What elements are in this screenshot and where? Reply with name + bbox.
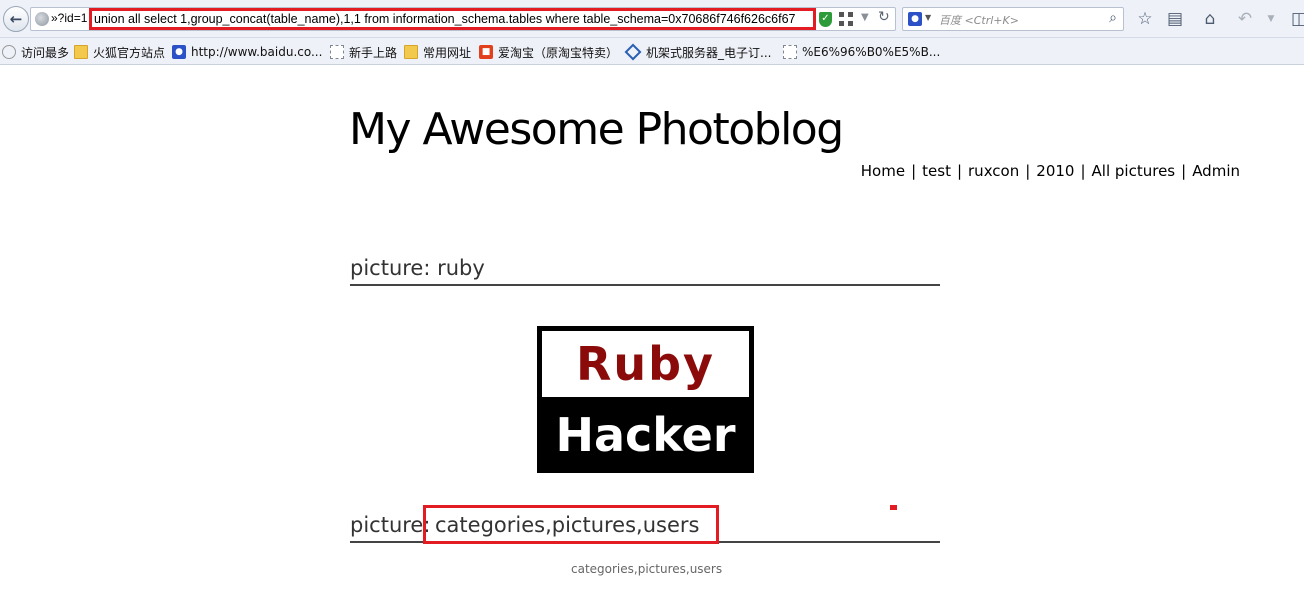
bookmark-taobao[interactable]: ■ 爱淘宝（原淘宝特卖） [479,44,618,60]
nav-test[interactable]: test [922,162,951,180]
picture-label: picture [350,513,424,537]
nav-home[interactable]: Home [861,162,905,180]
gear-icon [2,45,16,59]
bookmark-firefox-site[interactable]: 火狐官方站点 [74,44,165,60]
chevron-down-icon[interactable]: ▼ [925,13,931,22]
nav-separator: | [1181,162,1187,180]
shield-icon[interactable]: ✓ [819,12,832,27]
nav-separator: | [911,162,917,180]
chevron-down-icon[interactable]: ▼ [861,12,869,23]
page-title: My Awesome Photoblog [349,104,844,155]
folder-icon [404,45,418,59]
bookmark-label: 火狐官方站点 [93,45,166,60]
nav-separator: | [1080,162,1086,180]
bookmark-label: %E6%96%B0%E5%B... [802,45,941,59]
ruby-hacker-image: Ruby Hacker [537,326,754,473]
bookmark-label: 机架式服务器_电子订... [646,45,772,60]
bookmark-label: 访问最多 [21,45,70,60]
nav-2010[interactable]: 2010 [1036,162,1074,180]
bookmark-servers[interactable]: 机架式服务器_电子订... [624,43,772,61]
url-injection-highlight[interactable]: union all select 1,group_concat(table_na… [89,8,816,30]
reading-list-icon[interactable]: ▤ [1164,8,1186,30]
search-bar[interactable]: ● ▼ 百度 <Ctrl+K> ⌕ [902,7,1124,31]
bookmark-getting-started[interactable]: 新手上路 [330,44,397,60]
taobao-icon: ■ [479,45,493,59]
reload-icon[interactable]: ↻ [878,9,890,25]
bookmark-most-visited[interactable]: 访问最多 [2,44,69,60]
url-bar[interactable]: »?id=1 union all select 1,group_concat(t… [30,7,896,31]
blank-page-icon [330,45,344,59]
qr-icon[interactable] [839,12,853,26]
bookmark-label: http://www.baidu.co... [191,45,323,59]
site-nav: Home | test | ruxcon | 2010 | All pictures | Admin [861,162,1240,180]
nav-separator: | [1025,162,1031,180]
undo-icon[interactable]: ↶ [1234,8,1256,30]
folder-icon [74,45,88,59]
injection-result-highlight: categories,pictures,users [423,505,719,544]
search-icon[interactable]: ⌕ [1109,10,1117,26]
image-text-top: Ruby [542,331,749,397]
chevron-down-icon[interactable]: ▼ [1260,8,1282,30]
search-input[interactable]: 百度 <Ctrl+K> [939,12,1019,28]
url-prefix-text: »?id=1 [51,11,88,25]
picture-caption: categories,pictures,users [571,562,723,576]
site-icon [35,12,49,26]
bookmark-baidu[interactable]: ● http://www.baidu.co... [172,44,322,60]
nav-admin[interactable]: Admin [1192,162,1240,180]
image-text-bottom: Hacker [555,408,736,462]
nav-all-pictures[interactable]: All pictures [1092,162,1176,180]
bookmark-label: 新手上路 [349,45,398,60]
annotation-dot [890,505,897,510]
bookmark-common-sites[interactable]: 常用网址 [404,44,471,60]
browser-toolbar: ← »?id=1 union all select 1,group_concat… [0,0,1304,38]
picture-heading: picture: ruby [350,256,940,286]
nav-ruxcon[interactable]: ruxcon [968,162,1019,180]
bookmark-encoded[interactable]: %E6%96%B0%E5%B... [783,44,940,60]
back-icon[interactable]: ← [3,6,29,32]
bookmarks-bar: 访问最多 火狐官方站点 ● http://www.baidu.co... 新手上… [0,38,1304,65]
bookmark-label: 常用网址 [423,45,472,60]
nav-separator: | [956,162,963,180]
paw-icon[interactable]: ● [908,12,922,26]
overflow-icon[interactable]: ◫ [1288,8,1304,30]
blank-page-icon [783,45,797,59]
paw-icon: ● [172,45,186,59]
bookmark-label: 爱淘宝（原淘宝特卖） [498,45,619,60]
star-icon[interactable]: ☆ [1134,8,1156,30]
home-icon[interactable]: ⌂ [1199,8,1221,30]
diamond-icon [624,43,642,61]
